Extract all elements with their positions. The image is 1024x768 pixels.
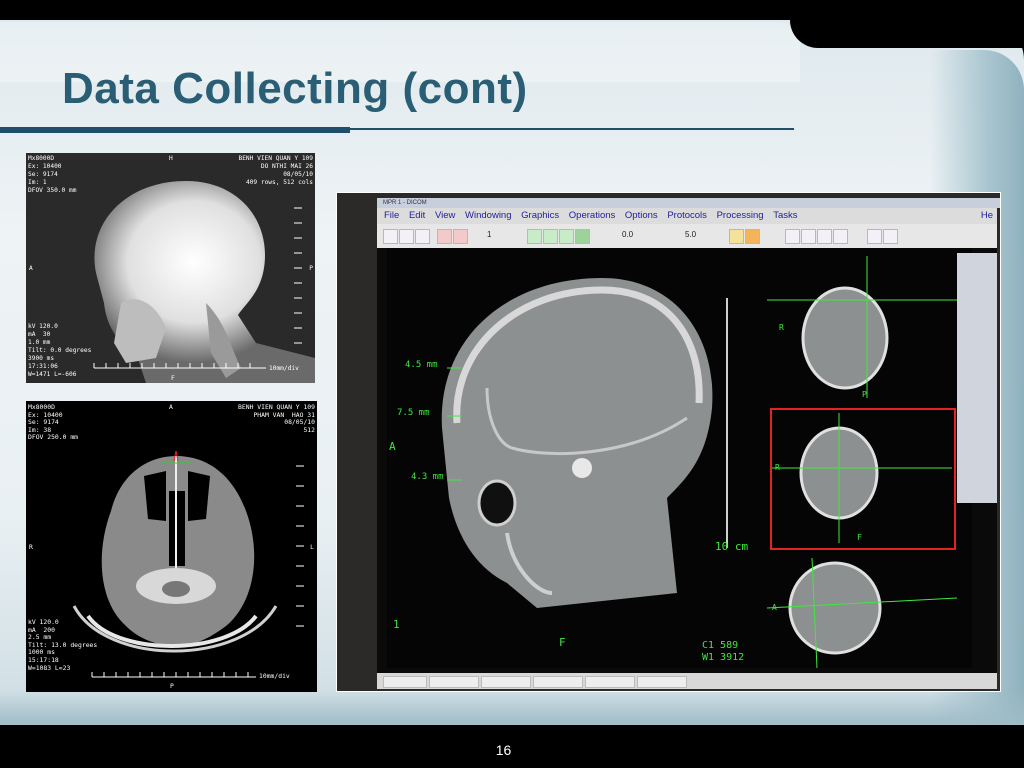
measurement-label: 4.3 mm: [411, 472, 444, 482]
ct-lateral-bottom-orientation: F: [171, 375, 175, 382]
toolbar-button[interactable]: [453, 229, 468, 244]
toolbar-button[interactable]: [383, 229, 398, 244]
ct-axial-bottomleft-info: kV 120.0 mA 200 2.5 mm Tilt: 13.0 degree…: [28, 618, 98, 672]
viewer-area: 4.5 mm 7.5 mm 4.3 mm A F 10 cm 1 C1 589 …: [387, 248, 972, 668]
menu-protocols[interactable]: Protocols: [667, 208, 707, 224]
ct-lateral-scale-label: 10mm/div: [269, 365, 299, 372]
taskbar-button[interactable]: [383, 676, 427, 688]
toolbar-button[interactable]: [437, 229, 452, 244]
title-rule-thick: [0, 127, 350, 133]
workstation-screen: MPR 1 - DICOM File Edit View Windowing G…: [377, 198, 1000, 689]
taskbar-button[interactable]: [585, 676, 635, 688]
menu-edit[interactable]: Edit: [409, 208, 425, 224]
ct-lateral-left-orientation: A: [29, 265, 33, 272]
selected-mpr-panel[interactable]: [770, 408, 956, 550]
monitor-photo: MPR 1 - DICOM File Edit View Windowing G…: [336, 192, 1001, 692]
mpr-orientation-a: A: [772, 603, 777, 612]
menu-file[interactable]: File: [384, 208, 399, 224]
ct-axial-bottom-orientation: P: [170, 682, 174, 690]
ct-lateral-image: Mx8000D Ex: 10400 Se: 9174 Im: 1 DFOV 35…: [26, 153, 315, 383]
orientation-label-a: A: [389, 440, 396, 453]
menu-windowing[interactable]: Windowing: [465, 208, 511, 224]
toolbar-button[interactable]: [833, 229, 848, 244]
ct-lateral-top-orientation: H: [169, 155, 173, 162]
toolbar-button[interactable]: [559, 229, 574, 244]
tool-palette[interactable]: [957, 253, 997, 503]
toolbar-thickness-value[interactable]: 0.0: [622, 230, 633, 239]
toolbar-button[interactable]: [415, 229, 430, 244]
window-width: W1 3912: [702, 652, 745, 663]
menu-graphics[interactable]: Graphics: [521, 208, 559, 224]
ct-axial-left-orientation: R: [29, 543, 33, 551]
window-center: C1 589: [702, 640, 739, 651]
ct-axial-scale-label: 10mm/div: [259, 672, 290, 680]
slide-title: Data Collecting (cont): [62, 64, 528, 113]
scale-label: 10 cm: [715, 540, 749, 553]
toolbar-button[interactable]: [785, 229, 800, 244]
ct-axial-top-orientation: A: [169, 403, 173, 411]
mpr-orientation-r: R: [779, 323, 784, 332]
title-rule-thin: [350, 128, 794, 130]
measurement-label: 7.5 mm: [397, 408, 430, 418]
window-titlebar: MPR 1 - DICOM: [377, 198, 1000, 208]
ct-lateral-topright-info: BENH VIEN QUAN Y 109 DO NTHI MAI 26 08/0…: [238, 155, 313, 186]
taskbar-button[interactable]: [481, 676, 531, 688]
ct-lateral-right-orientation: P: [309, 265, 313, 272]
toolbar-button[interactable]: [801, 229, 816, 244]
toolbar-slice-value[interactable]: 1: [487, 230, 491, 239]
toolbar-button[interactable]: [729, 229, 744, 244]
ct-axial-right-orientation: L: [310, 543, 314, 551]
toolbar-button[interactable]: [527, 229, 542, 244]
measurement-label: 4.5 mm: [405, 360, 438, 370]
toolbar-button[interactable]: [543, 229, 558, 244]
toolbar-button[interactable]: [867, 229, 882, 244]
menu-processing[interactable]: Processing: [717, 208, 764, 224]
panel-notch: [790, 20, 1024, 48]
taskbar: [377, 673, 997, 689]
toolbar: 1 0.0 5.0: [377, 224, 997, 248]
taskbar-button[interactable]: [429, 676, 479, 688]
mpr-orientation-r: R: [775, 463, 780, 472]
page-number: 16: [495, 742, 512, 758]
image-number: 1: [393, 618, 400, 631]
menu-operations[interactable]: Operations: [569, 208, 615, 224]
toolbar-button[interactable]: [399, 229, 414, 244]
menu-bar: File Edit View Windowing Graphics Operat…: [377, 208, 997, 224]
taskbar-button[interactable]: [637, 676, 687, 688]
toolbar-spacing-value[interactable]: 5.0: [685, 230, 696, 239]
toolbar-button[interactable]: [575, 229, 590, 244]
menu-view[interactable]: View: [435, 208, 455, 224]
ct-axial-image: Mx8000D Ex: 10400 Se: 9174 Im: 38 DFOV 2…: [26, 401, 317, 692]
ct-axial-topright-info: BENH VIEN QUAN Y 109 PHAM VAN HAO 31 08/…: [238, 403, 315, 434]
mpr-orientation-p: P: [862, 390, 867, 399]
toolbar-button[interactable]: [817, 229, 832, 244]
toolbar-button[interactable]: [745, 229, 760, 244]
mpr-orientation-f: F: [857, 533, 862, 542]
menu-options[interactable]: Options: [625, 208, 658, 224]
ct-lateral-bottomleft-info: kV 120.0 mA 30 1.0 mm Tilt: 0.0 degrees …: [28, 323, 92, 378]
ct-lateral-topleft-info: Mx8000D Ex: 10400 Se: 9174 Im: 1 DFOV 35…: [28, 155, 77, 194]
taskbar-button[interactable]: [533, 676, 583, 688]
menu-tasks[interactable]: Tasks: [773, 208, 797, 224]
ct-axial-topleft-info: Mx8000D Ex: 10400 Se: 9174 Im: 38 DFOV 2…: [28, 403, 79, 442]
menu-help[interactable]: He: [981, 208, 993, 224]
decorative-bottom-band: [0, 690, 1024, 725]
orientation-label-f: F: [559, 636, 566, 649]
toolbar-button[interactable]: [883, 229, 898, 244]
